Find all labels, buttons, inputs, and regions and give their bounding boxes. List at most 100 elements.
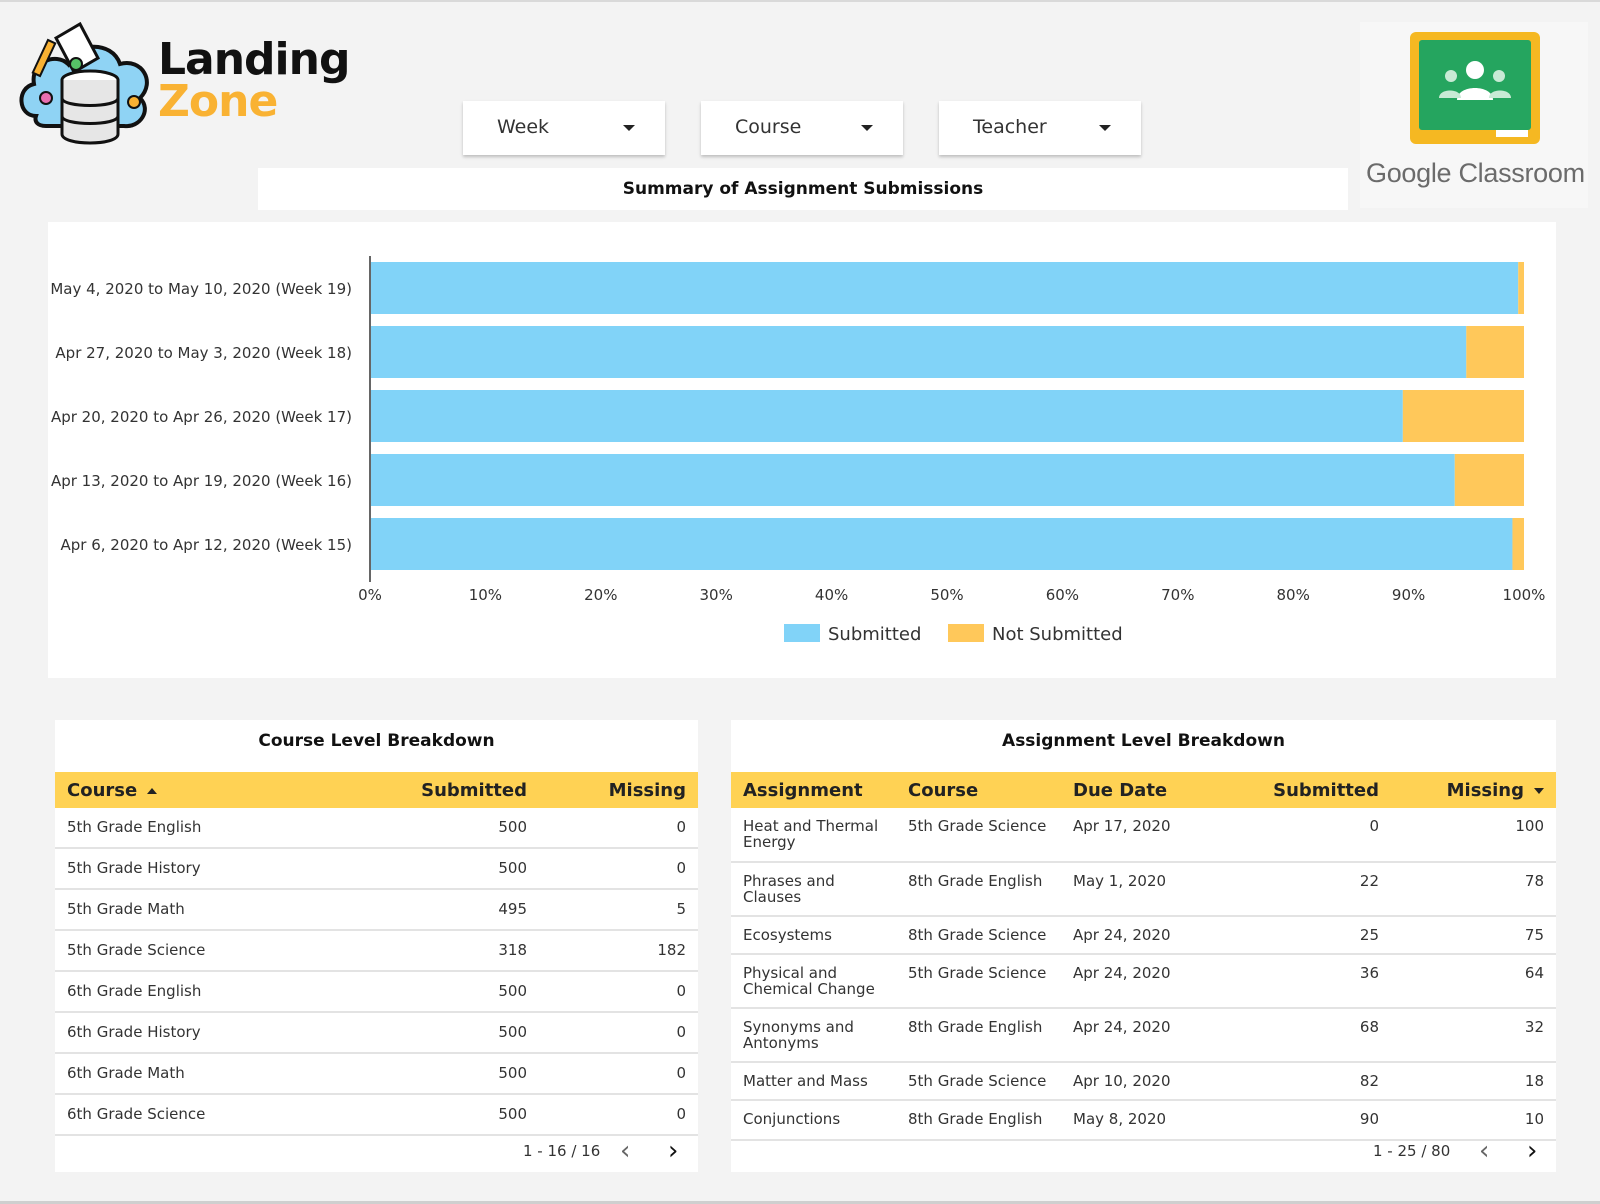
x-tick-label: 0% <box>358 586 382 604</box>
x-tick-label: 80% <box>1277 586 1310 604</box>
cell-submitted: 90 <box>1211 1100 1391 1141</box>
legend-label: Submitted <box>828 624 921 645</box>
cell-assignment: Synonyms and Antonyms <box>731 1008 896 1063</box>
brand-line-2: Zone <box>158 76 278 127</box>
table-row[interactable]: 5th Grade History 500 0 <box>55 848 698 890</box>
caret-down-icon <box>861 125 873 131</box>
table-row[interactable]: Ecosystems 8th Grade Science Apr 24, 2020 2… <box>731 916 1556 955</box>
table-row[interactable]: Phrases and Clauses 8th Grade English May … <box>731 862 1556 917</box>
cell-submitted: 25 <box>1211 916 1391 955</box>
cell-missing: 100 <box>1391 808 1556 863</box>
google-classroom-logo: Google Classroom <box>1360 22 1588 208</box>
google-classroom-label: Google Classroom <box>1366 158 1585 188</box>
legend-swatch <box>948 624 984 642</box>
column-header-course[interactable]: Course <box>896 772 1061 808</box>
x-tick-label: 40% <box>815 586 848 604</box>
next-page-icon[interactable]: › <box>1527 1138 1537 1164</box>
table-row[interactable]: Physical and Chemical Change 5th Grade Sc… <box>731 954 1556 1009</box>
cell-missing: 0 <box>539 848 698 890</box>
cell-submitted: 500 <box>285 1012 539 1054</box>
column-header-due-date[interactable]: Due Date <box>1061 772 1211 808</box>
course-breakdown-panel: Course Level Breakdown Course Submitted … <box>55 720 698 1172</box>
bar-submitted <box>371 262 1519 314</box>
cell-submitted: 318 <box>285 930 539 972</box>
table-row[interactable]: 6th Grade Science 500 0 <box>55 1094 698 1136</box>
cell-assignment: Matter and Mass <box>731 1062 896 1101</box>
table-row[interactable]: Synonyms and Antonyms 8th Grade English Ap… <box>731 1008 1556 1063</box>
teacher-filter[interactable]: Teacher <box>939 101 1141 155</box>
x-tick-label: 70% <box>1161 586 1194 604</box>
partially-visible-row <box>55 1136 698 1150</box>
table-row[interactable]: 6th Grade English 500 0 <box>55 971 698 1013</box>
cell-assignment: Ecosystems <box>731 916 896 955</box>
bar-not-submitted <box>1512 518 1524 570</box>
cell-course: 6th Grade English <box>55 971 285 1013</box>
cell-course: 8th Grade English <box>896 862 1061 917</box>
y-tick-label: Apr 13, 2020 to Apr 19, 2020 (Week 16) <box>51 472 352 490</box>
week-filter[interactable]: Week <box>463 101 665 155</box>
bar-submitted <box>371 454 1455 506</box>
x-tick-label: 10% <box>469 586 502 604</box>
legend-swatch <box>784 624 820 642</box>
table-row[interactable]: 5th Grade Science 318 182 <box>55 930 698 972</box>
x-tick-label: 20% <box>584 586 617 604</box>
cloud-database-icon <box>19 21 149 145</box>
cell-course: 5th Grade Science <box>896 1062 1061 1101</box>
cell-submitted: 82 <box>1211 1062 1391 1101</box>
cell-missing: 64 <box>1391 954 1556 1009</box>
course-breakdown-table: Course Submitted Missing 5th Grade Engli… <box>55 772 698 1136</box>
assignment-breakdown-rows: Heat and Thermal Energy 5th Grade Science… <box>731 808 1556 1141</box>
cell-due-date: Apr 24, 2020 <box>1061 954 1211 1009</box>
cell-due-date: Apr 10, 2020 <box>1061 1062 1211 1101</box>
column-header-missing[interactable]: Missing <box>1391 772 1556 808</box>
y-tick-label: May 4, 2020 to May 10, 2020 (Week 19) <box>50 280 352 298</box>
column-header-submitted[interactable]: Submitted <box>285 772 539 808</box>
table-row[interactable]: 5th Grade Math 495 5 <box>55 889 698 931</box>
cell-due-date: Apr 17, 2020 <box>1061 808 1211 863</box>
next-page-icon[interactable]: › <box>668 1138 678 1164</box>
cell-due-date: Apr 24, 2020 <box>1061 916 1211 955</box>
cell-missing: 182 <box>539 930 698 972</box>
cell-due-date: Apr 24, 2020 <box>1061 1008 1211 1063</box>
cell-submitted: 22 <box>1211 862 1391 917</box>
table-row[interactable]: Heat and Thermal Energy 5th Grade Science… <box>731 808 1556 863</box>
column-header-course[interactable]: Course <box>55 772 285 808</box>
cell-missing: 0 <box>539 1012 698 1054</box>
cell-course: 5th Grade History <box>55 848 285 890</box>
table-row[interactable]: 5th Grade English 500 0 <box>55 808 698 849</box>
cell-submitted: 36 <box>1211 954 1391 1009</box>
column-header-missing[interactable]: Missing <box>539 772 698 808</box>
table-row[interactable]: Conjunctions 8th Grade English May 8, 2020… <box>731 1100 1556 1141</box>
cell-missing: 0 <box>539 808 698 849</box>
cell-course: 5th Grade Science <box>896 808 1061 863</box>
cell-submitted: 500 <box>285 808 539 849</box>
course-filter[interactable]: Course <box>701 101 903 155</box>
bar-submitted <box>371 518 1513 570</box>
x-tick-label: 100% <box>1503 586 1546 604</box>
y-tick-label: Apr 6, 2020 to Apr 12, 2020 (Week 15) <box>60 536 352 554</box>
previous-page-icon[interactable]: ‹ <box>620 1138 630 1164</box>
summary-title: Summary of Assignment Submissions <box>258 168 1348 210</box>
cell-missing: 78 <box>1391 862 1556 917</box>
table-row[interactable]: 6th Grade Math 500 0 <box>55 1053 698 1095</box>
y-tick-label: Apr 27, 2020 to May 3, 2020 (Week 18) <box>55 344 352 362</box>
previous-page-icon[interactable]: ‹ <box>1479 1138 1489 1164</box>
cell-submitted: 495 <box>285 889 539 931</box>
table-header-row: Course Submitted Missing <box>55 772 698 808</box>
cell-assignment: Heat and Thermal Energy <box>731 808 896 863</box>
caret-down-icon <box>623 125 635 131</box>
course-pagination-label: 1 - 16 / 16 <box>523 1142 601 1160</box>
submission-chart-panel: May 4, 2020 to May 10, 2020 (Week 19) Apr… <box>48 222 1556 678</box>
course-breakdown-title: Course Level Breakdown <box>55 720 698 762</box>
cell-due-date: May 8, 2020 <box>1061 1100 1211 1141</box>
column-header-assignment[interactable]: Assignment <box>731 772 896 808</box>
column-header-submitted[interactable]: Submitted <box>1211 772 1391 808</box>
sort-ascending-icon <box>147 787 158 794</box>
bar-not-submitted <box>1402 390 1524 442</box>
cell-course: 8th Grade English <box>896 1008 1061 1063</box>
caret-down-icon <box>1099 125 1111 131</box>
legend-label: Not Submitted <box>992 624 1123 645</box>
table-row[interactable]: Matter and Mass 5th Grade Science Apr 10, … <box>731 1062 1556 1101</box>
table-row[interactable]: 6th Grade History 500 0 <box>55 1012 698 1054</box>
cell-submitted: 500 <box>285 971 539 1013</box>
